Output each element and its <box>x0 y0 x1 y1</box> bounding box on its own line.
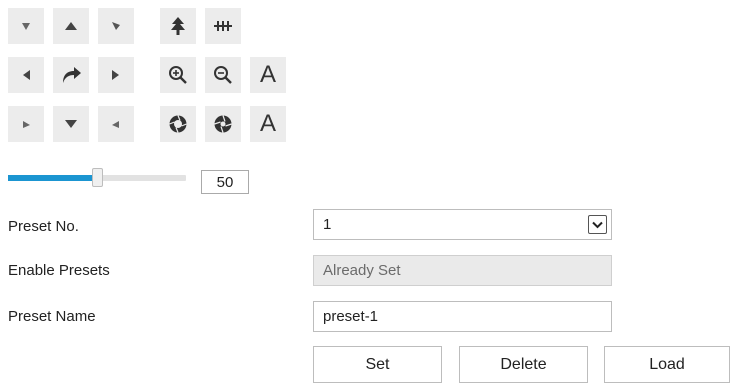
iris-open-button[interactable] <box>160 106 196 142</box>
pan-up-right-icon <box>112 22 120 30</box>
zoom-in-icon <box>169 66 187 84</box>
tilt-down-icon <box>65 120 77 128</box>
speed-slider-fill <box>8 175 97 181</box>
focus-letter: A <box>259 61 276 88</box>
zoom-out-icon <box>214 66 232 84</box>
preset-name-label: Preset Name <box>8 308 96 325</box>
zoom-in-button[interactable] <box>160 57 196 93</box>
iris-button[interactable]: A <box>250 106 286 142</box>
enable-presets-field: Already Set <box>313 255 612 286</box>
pan-right-icon <box>112 70 119 80</box>
pan-up-left-icon <box>22 23 30 30</box>
auto-pan-icon <box>63 67 81 83</box>
iris-open-icon <box>169 115 187 133</box>
load-button[interactable]: Load <box>604 346 730 383</box>
preset-number-select[interactable]: 1 <box>313 209 612 240</box>
preset-number-label: Preset No. <box>8 218 79 235</box>
delete-button[interactable]: Delete <box>459 346 588 383</box>
auto-pan-button[interactable] <box>53 57 89 93</box>
wiper-button[interactable] <box>205 8 241 44</box>
tilt-down-button[interactable] <box>53 106 89 142</box>
pan-down-right-icon <box>112 121 119 128</box>
enable-presets-label: Enable Presets <box>8 262 110 279</box>
pan-down-left-button[interactable] <box>8 106 44 142</box>
speed-slider-handle[interactable] <box>92 168 103 187</box>
pan-down-left-icon <box>23 121 30 128</box>
pan-up-left-button[interactable] <box>8 8 44 44</box>
pan-left-icon <box>23 70 30 80</box>
preset-name-input[interactable]: preset-1 <box>313 301 612 332</box>
tilt-up-button[interactable] <box>53 8 89 44</box>
set-button[interactable]: Set <box>313 346 442 383</box>
speed-value: 50 <box>201 170 249 194</box>
iris-close-icon <box>214 115 232 133</box>
pan-down-right-button[interactable] <box>98 106 134 142</box>
light-button[interactable] <box>160 8 196 44</box>
preset-number-value: 1 <box>323 216 332 233</box>
preset-name-value: preset-1 <box>323 308 379 325</box>
zoom-out-button[interactable] <box>205 57 241 93</box>
light-icon <box>171 17 185 35</box>
pan-right-button[interactable] <box>98 57 134 93</box>
pan-up-right-button[interactable] <box>98 8 134 44</box>
wiper-icon <box>214 21 232 31</box>
focus-button[interactable]: A <box>250 57 286 93</box>
chevron-down-icon[interactable] <box>588 215 607 234</box>
iris-close-button[interactable] <box>205 106 241 142</box>
tilt-up-icon <box>65 22 77 30</box>
iris-letter: A <box>259 110 276 137</box>
pan-left-button[interactable] <box>8 57 44 93</box>
enable-presets-value: Already Set <box>323 262 401 279</box>
